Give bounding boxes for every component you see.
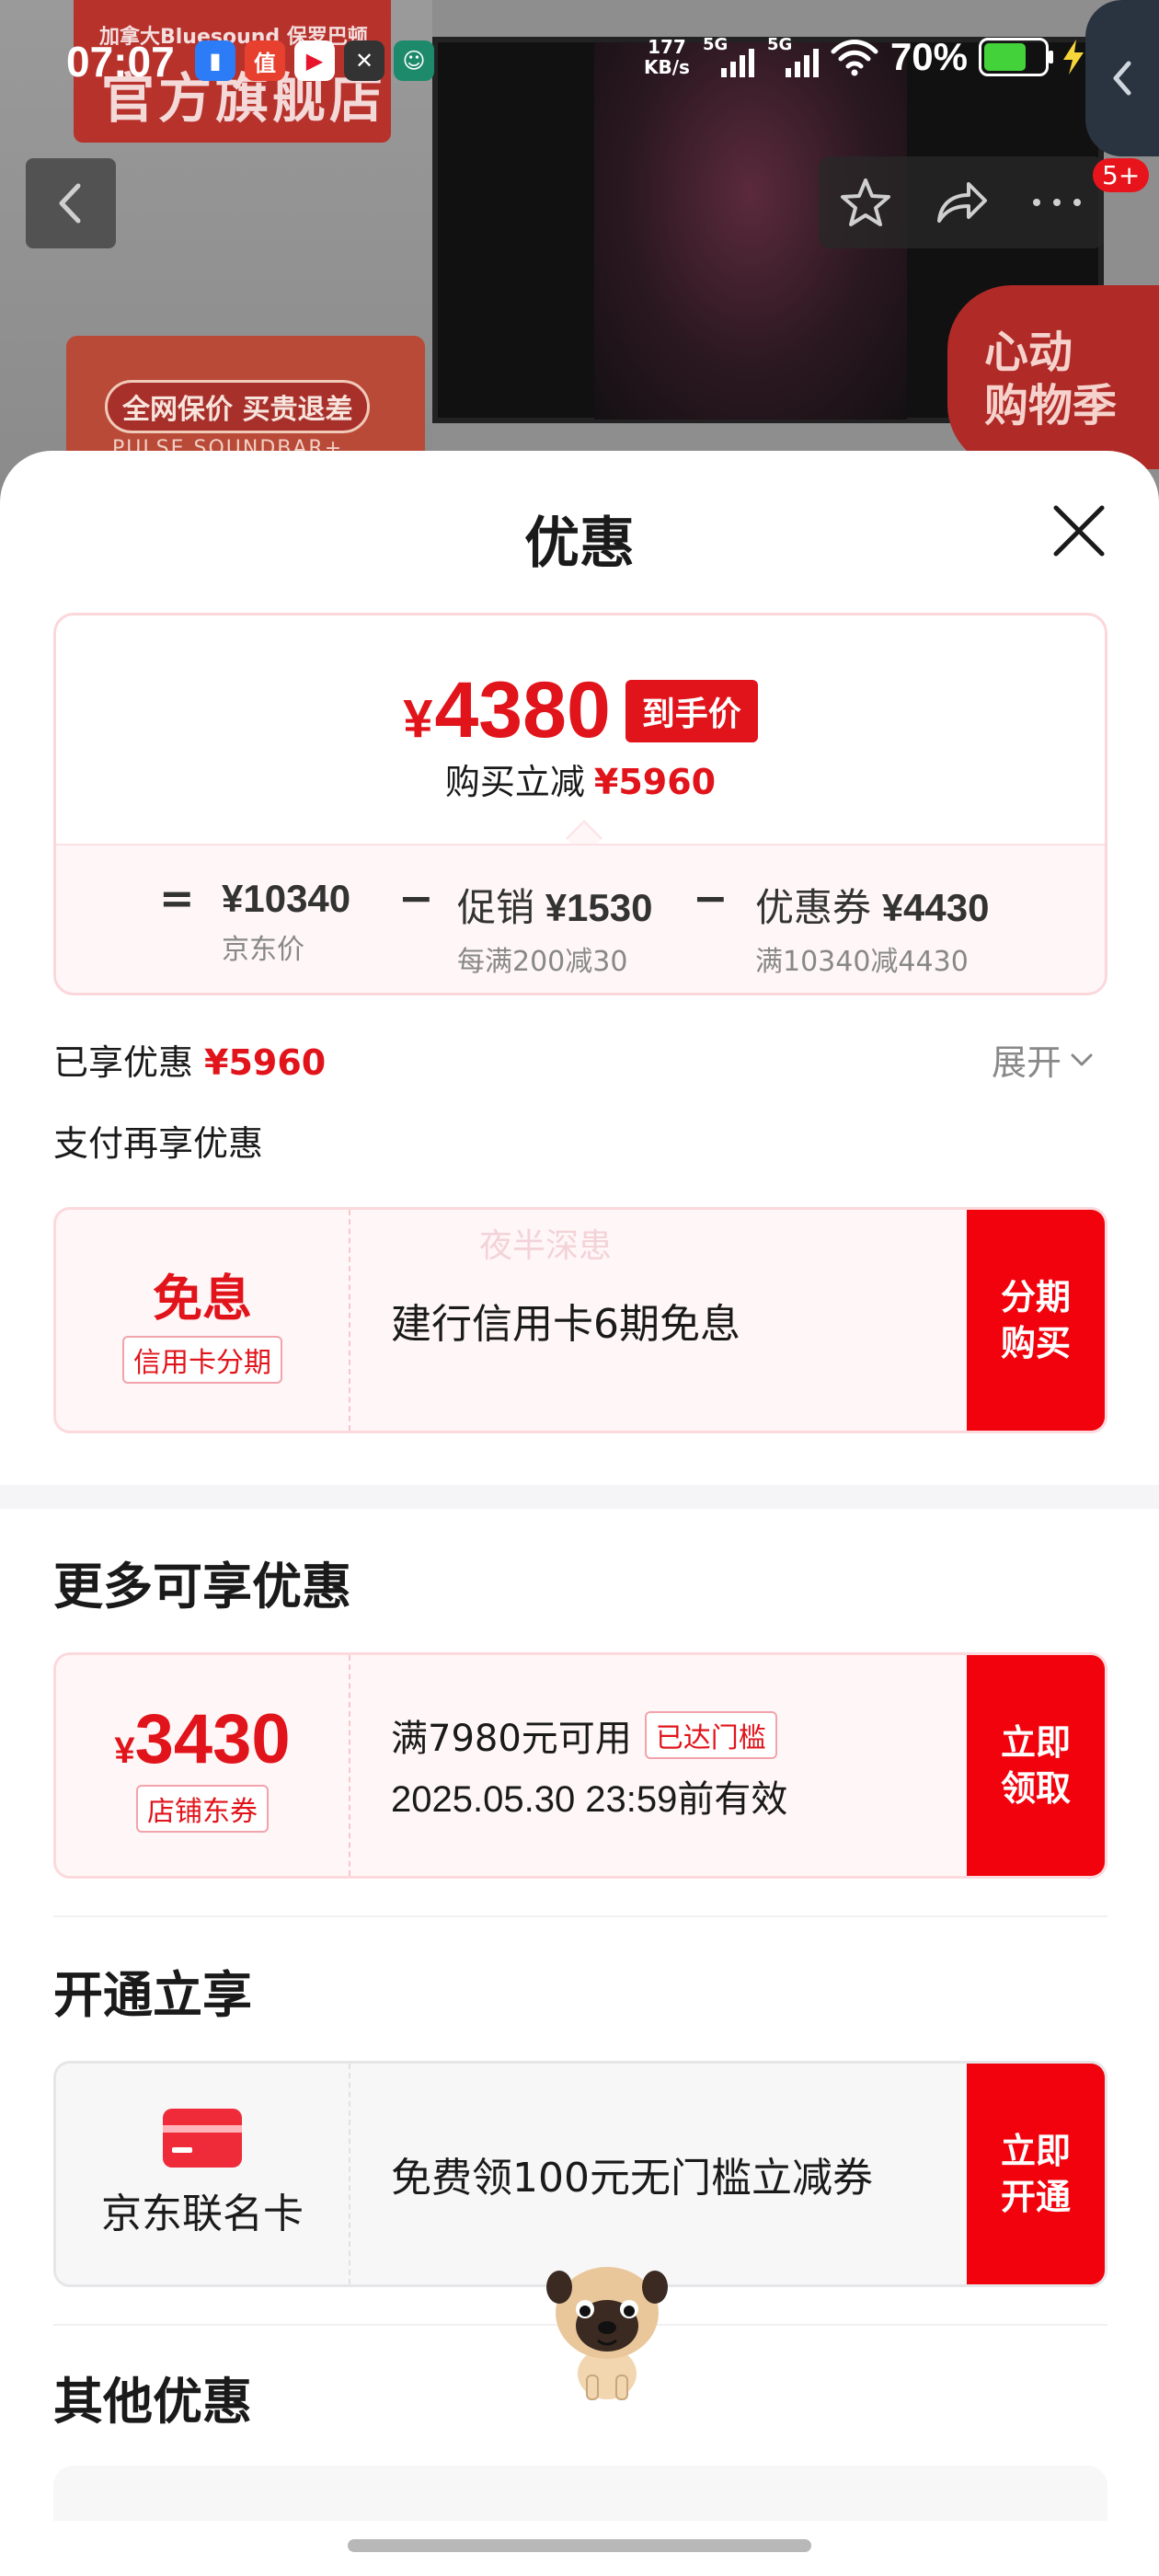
price-breakdown: = ¥10340 京东价 − 促销 ¥1530 每满200减30 − 优惠券 ¥… (56, 844, 1105, 993)
shop-coupon-info: 满7980元可用 已达门槛 2025.05.30 23:59前有效 (391, 1655, 787, 1876)
jd-price-item: ¥10340 京东价 (222, 877, 350, 967)
currency-symbol: ¥ (403, 689, 433, 749)
charging-icon (1063, 40, 1084, 75)
coupon-item: 优惠券 ¥4430 满10340减4430 (755, 877, 989, 979)
jd-price-value: ¥10340 (222, 877, 351, 920)
currency-symbol: ¥ (114, 1730, 135, 1771)
sheet-title: 优惠 (524, 512, 635, 576)
cobrand-card-desc: 免费领100元无门槛立减券 (391, 2155, 873, 2202)
status-right-group: 177 KB/s 5G 5G 70% (644, 33, 1087, 81)
credit-installment-tag: 信用卡分期 (122, 1335, 282, 1384)
threshold-reached-badge: 已达门槛 (644, 1711, 777, 1759)
credit-card-icon (163, 2109, 242, 2168)
notification-icons: ▮ 值 ▶ ✕ ☺ (195, 40, 434, 81)
shopping-season-badge: 心动 购物季 (947, 285, 1159, 469)
expand-label: 展开 (992, 1042, 1062, 1083)
shop-coupon-value: 3430 (134, 1699, 291, 1778)
chevron-left-icon (59, 183, 81, 224)
final-price: ¥4380 (403, 665, 611, 756)
installment-offer-desc: 建行信用卡6期免息 (391, 1301, 740, 1348)
top-action-bar (819, 156, 1104, 248)
interest-free-title: 免息 (153, 1269, 252, 1328)
minus-sign: − (693, 873, 729, 923)
status-bar: 07:07 ▮ 值 ▶ ✕ ☺ 177 KB/s 5G 5G 70% (0, 0, 1159, 156)
coupon-value: ¥4430 (881, 886, 990, 929)
network-speed: 177 KB/s (644, 37, 690, 77)
installment-offer-info: 建行信用卡6期免息 (391, 1210, 740, 1431)
wifi-icon (831, 40, 878, 76)
back-button[interactable] (26, 158, 116, 248)
cobrand-card-left: 京东联名卡 (56, 2064, 350, 2284)
final-price-value: 4380 (434, 666, 611, 754)
promo-pill: 全网保价 买贵退差 (105, 380, 371, 433)
app-notification-icon: ☺ (394, 40, 434, 81)
heart-text-1: 心动 (984, 327, 1073, 378)
heart-text-2: 购物季 (984, 380, 1118, 431)
installment-offer-card: 夜半深患 免息 信用卡分期 建行信用卡6期免息 分期购买 (53, 1207, 1107, 1433)
cobrand-card-offer: 京东联名卡 免费领100元无门槛立减券 立即开通 (53, 2061, 1107, 2287)
signal-icon: 5G (701, 33, 754, 81)
claim-coupon-button[interactable]: 立即领取 (967, 1655, 1105, 1876)
app-notification-icon: ▶ (294, 40, 335, 81)
price-summary-card: ¥4380 到手价 购买立减 ¥5960 = ¥10340 京东价 − 促销 ¥1… (53, 613, 1107, 995)
app-notification-icon: ✕ (344, 40, 384, 81)
shop-coupon-condition: 满7980元可用 (391, 1718, 632, 1760)
shop-coupon-validity: 2025.05.30 23:59前有效 (391, 1779, 788, 1820)
promotion-desc: 每满200减30 (457, 946, 628, 978)
enjoyed-label: 已享优惠 (53, 1042, 194, 1083)
shop-coupon-tag: 店铺东券 (136, 1784, 269, 1833)
promotion-value: ¥1530 (545, 886, 653, 929)
instant-discount-row: 购买立减 ¥5960 (56, 753, 1105, 804)
final-price-row: ¥4380 到手价 (56, 665, 1105, 756)
coupon-label: 优惠券 (755, 886, 872, 929)
share-icon[interactable] (932, 175, 991, 230)
battery-fill (984, 43, 1026, 71)
pay-more-title: 支付再享优惠 (53, 1123, 264, 1164)
close-icon[interactable] (1047, 499, 1111, 563)
more-offers-title: 更多可享优惠 (53, 1558, 351, 1616)
other-offers-card (53, 2466, 1107, 2521)
shop-coupon-condition-row: 满7980元可用 已达门槛 (391, 1708, 787, 1762)
enjoyed-value: ¥5960 (204, 1042, 327, 1083)
promotion-label: 促销 (457, 886, 535, 929)
network-speed-value: 177 (648, 36, 686, 58)
expand-button[interactable]: 展开 (992, 1034, 1095, 1085)
jd-price-label: 京东价 (222, 934, 304, 966)
instant-discount-label: 购买立减 (444, 762, 585, 802)
promotion-item: 促销 ¥1530 每满200减30 (457, 877, 652, 979)
signal-icon: 5G (765, 33, 819, 81)
side-panel-handle[interactable] (1085, 0, 1159, 156)
battery-icon (979, 38, 1054, 76)
home-indicator[interactable] (348, 2539, 811, 2552)
final-price-tag: 到手价 (625, 679, 758, 742)
installment-offer-left: 免息 信用卡分期 (56, 1210, 350, 1431)
pug-mascot-icon[interactable] (543, 2256, 671, 2403)
app-notification-icon: 值 (245, 40, 285, 81)
shop-coupon-card: ¥3430 店铺东券 满7980元可用 已达门槛 2025.05.30 23:5… (53, 1652, 1107, 1879)
status-time: 07:07 (66, 38, 175, 86)
open-enjoy-title: 开通立享 (53, 1966, 252, 2024)
divider (53, 1915, 1107, 1917)
cobrand-card-info: 免费领100元无门槛立减券 (391, 2064, 873, 2284)
open-card-button[interactable]: 立即开通 (967, 2064, 1105, 2284)
battery-percentage: 70% (889, 35, 969, 78)
network-speed-unit: KB/s (644, 56, 690, 78)
chevron-down-icon (1071, 1053, 1093, 1065)
coupon-desc: 满10340减4430 (755, 946, 969, 978)
star-icon[interactable] (838, 175, 893, 230)
installment-buy-button[interactable]: 分期购买 (967, 1210, 1105, 1431)
other-offers-title: 其他优惠 (53, 2373, 252, 2431)
section-divider (0, 1485, 1159, 1509)
cobrand-card-name: 京东联名卡 (101, 2191, 304, 2237)
instant-discount-value: ¥5960 (593, 762, 717, 802)
more-icon[interactable] (1029, 193, 1084, 212)
equals-sign: = (159, 873, 195, 923)
enjoyed-discount: 已享优惠 ¥5960 (53, 1034, 326, 1085)
notification-badge: 5+ (1093, 158, 1150, 192)
app-notification-icon: ▮ (195, 40, 235, 81)
shop-coupon-left: ¥3430 店铺东券 (56, 1655, 350, 1876)
chevron-left-icon (1113, 61, 1131, 96)
minus-sign: − (398, 873, 434, 923)
shop-coupon-amount: ¥3430 (114, 1699, 290, 1779)
